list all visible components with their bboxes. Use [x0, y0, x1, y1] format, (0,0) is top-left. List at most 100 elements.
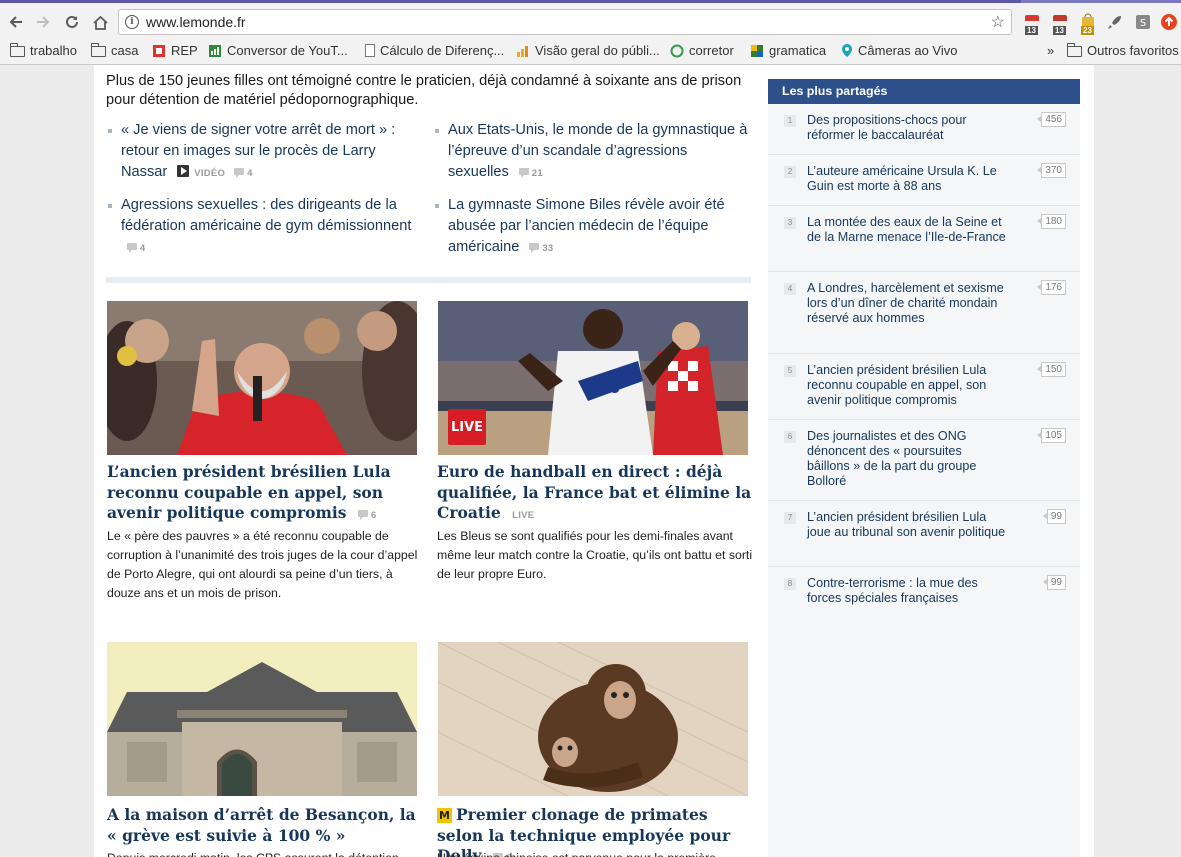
upload-circle-icon	[1161, 14, 1177, 30]
comment-icon	[529, 243, 540, 253]
most-shared-item[interactable]: 1 Des propositions-chocs pour réformer l…	[768, 104, 1080, 155]
prison-image	[107, 642, 417, 796]
most-shared-title[interactable]: La montée des eaux de la Seine et de la …	[807, 215, 1007, 245]
bookmark-conversor[interactable]: Conversor de YouT...	[208, 43, 348, 58]
extension-s[interactable]: S	[1134, 13, 1154, 33]
extension-badge: 13	[1053, 26, 1066, 35]
bookmarks-bar: trabalho casa REP Conversor de YouT... C…	[0, 40, 1181, 62]
card-title-text[interactable]: A la maison d’arrêt de Besançon, la « gr…	[107, 805, 416, 845]
extension-rocket[interactable]	[1106, 13, 1126, 33]
related-link-text[interactable]: La gymnaste Simone Biles révèle avoir ét…	[448, 197, 725, 255]
most-shared-item[interactable]: 3 La montée des eaux de la Seine et de l…	[768, 206, 1080, 272]
extension-calendar-1[interactable]: 13	[1022, 13, 1042, 35]
most-shared-item[interactable]: 2 L’auteure américaine Ursula K. Le Guin…	[768, 155, 1080, 206]
related-link[interactable]: « Je viens de signer votre arrêt de mort…	[108, 120, 416, 184]
url-text[interactable]: www.lemonde.fr	[146, 14, 246, 30]
primates-image	[438, 642, 748, 796]
card-summary: Depuis mercredi matin, les CPS assurent …	[107, 849, 425, 857]
extension-badge: 23	[1081, 26, 1094, 35]
bookmark-label: casa	[111, 43, 139, 58]
home-button[interactable]	[89, 11, 111, 33]
related-link[interactable]: La gymnaste Simone Biles révèle avoir ét…	[435, 195, 748, 259]
most-shared-item[interactable]: 8 Contre-terrorisme : la mue des forces …	[768, 567, 1080, 617]
forward-button[interactable]	[32, 11, 54, 33]
card-title-link[interactable]: L’ancien président brésilien Lula reconn…	[107, 462, 425, 527]
share-count: 105	[1037, 428, 1066, 443]
comment-count: 4	[139, 243, 146, 254]
card-summary: Une équipe chinoise est parvenue pour la…	[437, 849, 755, 857]
bookmark-outros-favoritos[interactable]: Outros favoritos	[1067, 43, 1179, 58]
most-shared-item[interactable]: 5 L’ancien président brésilien Lula reco…	[768, 354, 1080, 420]
card-title-text[interactable]: Euro de handball en direct : déjà qualif…	[437, 462, 751, 522]
page-content: Plus de 150 jeunes filles ont témoigné c…	[94, 65, 1094, 857]
chevron-double-right-icon: »	[1047, 43, 1055, 58]
related-link[interactable]: Aux Etats-Unis, le monde de la gymnastiq…	[435, 120, 748, 184]
converter-icon	[209, 44, 221, 57]
most-shared-item[interactable]: 4 A Londres, harcèlement et sexisme lors…	[768, 272, 1080, 354]
most-shared-item[interactable]: 6 Des journalistes et des ONG dénoncent …	[768, 420, 1080, 501]
card-summary: Le « père des pauvres » a été reconnu co…	[107, 529, 418, 600]
section-divider	[106, 277, 751, 283]
extension-upload[interactable]	[1160, 13, 1180, 33]
rank-number: 5	[784, 365, 796, 377]
bookmark-gramatica[interactable]: gramatica	[750, 43, 826, 58]
card-title-text[interactable]: L’ancien président brésilien Lula reconn…	[107, 462, 391, 522]
most-shared-title[interactable]: A Londres, harcèlement et sexisme lors d…	[807, 281, 1007, 326]
play-icon	[177, 165, 190, 177]
most-shared-title[interactable]: Des journalistes et des ONG dénoncent de…	[807, 429, 1007, 489]
comment-count: 33	[542, 243, 554, 254]
prison-photo[interactable]	[107, 642, 417, 796]
related-link-text[interactable]: « Je viens de signer votre arrêt de mort…	[121, 122, 395, 180]
card-title-link[interactable]: A la maison d’arrêt de Besançon, la « gr…	[107, 805, 425, 846]
reload-button[interactable]	[61, 11, 83, 33]
comment-count: 6	[370, 510, 377, 521]
most-shared-item[interactable]: 7 L’ancien président brésilien Lula joue…	[768, 501, 1080, 567]
rank-number: 4	[784, 283, 796, 295]
site-info-icon[interactable]: i	[125, 15, 139, 29]
card-title-link[interactable]: Euro de handball en direct : déjà qualif…	[437, 462, 755, 527]
comment-meta: 6	[352, 510, 376, 521]
bookmark-calculo[interactable]: Cálculo de Diferenç...	[365, 43, 504, 58]
comment-icon	[518, 168, 529, 178]
comment-meta: 33	[523, 243, 553, 254]
svg-text:S: S	[1140, 18, 1146, 29]
folder-icon	[91, 43, 106, 57]
bookmarks-overflow[interactable]: »	[1047, 43, 1054, 58]
most-shared-title[interactable]: L’ancien président brésilien Lula reconn…	[807, 363, 1007, 408]
bookmark-label: trabalho	[30, 43, 77, 58]
bookmark-label: REP	[171, 43, 198, 58]
bookmark-star-icon[interactable]: ☆	[991, 12, 1005, 32]
bookmark-trabalho[interactable]: trabalho	[10, 43, 77, 58]
bullet-icon	[435, 129, 439, 133]
most-shared-title[interactable]: L’ancien président brésilien Lula joue a…	[807, 510, 1007, 540]
back-button[interactable]	[5, 11, 27, 33]
sidebar-title: Les plus partagés	[768, 79, 1080, 104]
jersey-number: 10	[598, 378, 620, 397]
related-link-text[interactable]: Aux Etats-Unis, le monde de la gymnastiq…	[448, 122, 747, 180]
primates-photo[interactable]	[438, 642, 748, 796]
related-link[interactable]: Agressions sexuelles : des dirigeants de…	[108, 195, 416, 259]
most-shared-sidebar: Les plus partagés 1 Des propositions-cho…	[768, 79, 1080, 857]
related-link-text[interactable]: Agressions sexuelles : des dirigeants de…	[121, 197, 411, 234]
rank-number: 8	[784, 578, 796, 590]
rank-number: 2	[784, 166, 796, 178]
comment-meta: 4	[121, 243, 145, 254]
bookmark-rep[interactable]: REP	[152, 43, 198, 58]
m-badge-icon: M	[437, 808, 452, 823]
handball-photo[interactable]: 10 LIVE	[438, 301, 748, 455]
bookmark-casa[interactable]: casa	[91, 43, 138, 58]
live-tag-text: LIVE	[512, 510, 535, 521]
most-shared-title[interactable]: Des propositions-chocs pour réformer le …	[807, 113, 1007, 143]
bookmark-visao-geral[interactable]: Visão geral do públi...	[516, 43, 660, 58]
extension-calendar-2[interactable]: 13	[1050, 13, 1070, 35]
extension-bag[interactable]: 23	[1078, 13, 1098, 35]
bookmark-corretor[interactable]: corretor	[670, 43, 734, 58]
comment-meta: 21	[513, 168, 543, 179]
address-bar[interactable]: i www.lemonde.fr ☆	[118, 9, 1012, 35]
bookmark-label: Conversor de YouT...	[227, 43, 348, 58]
lula-photo[interactable]	[107, 301, 417, 455]
most-shared-title[interactable]: Contre-terrorisme : la mue des forces sp…	[807, 576, 1007, 606]
most-shared-title[interactable]: L’auteure américaine Ursula K. Le Guin e…	[807, 164, 1007, 194]
video-meta: VIDÉO 4	[171, 165, 252, 179]
bookmark-cameras[interactable]: Câmeras ao Vivo	[841, 43, 957, 58]
